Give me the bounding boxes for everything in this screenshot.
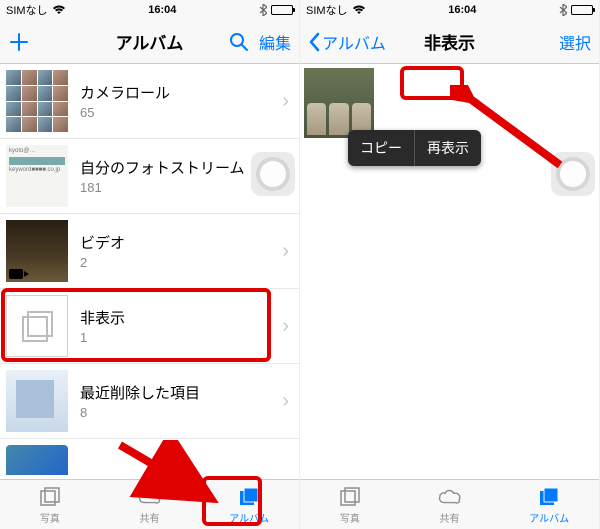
select-button[interactable]: 選択 (559, 30, 591, 54)
tab-label: 共有 (440, 510, 460, 525)
bluetooth-icon (559, 4, 567, 16)
left-screen: SIMなし 16:04 アルバム 編集 (0, 0, 300, 529)
album-thumb (6, 445, 68, 475)
tab-bar: 写真 共有 アルバム (300, 479, 599, 529)
album-title: 自分のフォトストリーム (80, 157, 276, 178)
photos-icon (337, 485, 363, 509)
bluetooth-icon (259, 4, 267, 16)
album-count: 2 (80, 255, 276, 270)
tab-shared[interactable]: 共有 (100, 480, 200, 529)
tab-label: アルバム (529, 510, 569, 525)
nav-bar: アルバム 編集 (0, 20, 299, 64)
add-button[interactable] (8, 31, 30, 53)
carrier-text: SIMなし (6, 2, 48, 18)
tab-label: 写真 (40, 510, 60, 525)
album-row-partial[interactable] (0, 439, 299, 479)
tab-label: 共有 (140, 510, 160, 525)
status-bar: SIMなし 16:04 (300, 0, 599, 20)
tab-shared[interactable]: 共有 (400, 480, 500, 529)
assistive-touch-button[interactable] (251, 152, 295, 196)
carrier-text: SIMなし (306, 2, 348, 18)
battery-icon (271, 5, 293, 15)
wifi-icon (52, 5, 66, 15)
back-button[interactable]: アルバム (308, 30, 386, 54)
album-count: 181 (80, 180, 276, 195)
battery-icon (571, 5, 593, 15)
menu-unhide[interactable]: 再表示 (415, 130, 481, 166)
chevron-right-icon: › (282, 90, 289, 113)
chevron-right-icon: › (282, 315, 289, 338)
context-menu: コピー 再表示 (348, 130, 481, 166)
right-screen: SIMなし 16:04 アルバム 非表示 選択 (300, 0, 600, 529)
albums-icon (536, 485, 562, 509)
album-title: 最近削除した項目 (80, 382, 276, 403)
albums-icon (236, 485, 262, 509)
album-thumb (6, 295, 68, 357)
tab-bar: 写真 共有 アルバム (0, 479, 299, 529)
photo-grid-area: コピー 再表示 (300, 64, 599, 479)
search-button[interactable] (229, 32, 249, 52)
album-list-area: カメラロール 65 › kyoto@…keyword■■■■.co.jp 自分の… (0, 64, 299, 479)
album-thumb (6, 370, 68, 432)
tab-label: アルバム (229, 510, 269, 525)
album-row-recently-deleted[interactable]: 最近削除した項目 8 › (0, 364, 299, 439)
cloud-icon (437, 485, 463, 509)
nav-bar: アルバム 非表示 選択 (300, 20, 599, 64)
album-title: 非表示 (80, 307, 276, 328)
album-title: カメラロール (80, 82, 276, 103)
status-bar: SIMなし 16:04 (0, 0, 299, 20)
wifi-icon (352, 5, 366, 15)
album-count: 65 (80, 105, 276, 120)
chevron-right-icon: › (282, 390, 289, 413)
album-thumb: kyoto@…keyword■■■■.co.jp (6, 145, 68, 207)
album-row-videos[interactable]: ビデオ 2 › (0, 214, 299, 289)
tab-albums[interactable]: アルバム (199, 480, 299, 529)
edit-button[interactable]: 編集 (259, 30, 291, 54)
menu-copy[interactable]: コピー (348, 130, 414, 166)
photo-item[interactable] (304, 68, 374, 138)
album-title: ビデオ (80, 232, 276, 253)
back-label: アルバム (322, 30, 386, 54)
clock-time: 16:04 (148, 4, 176, 16)
tab-photos[interactable]: 写真 (0, 480, 100, 529)
chevron-right-icon: › (282, 240, 289, 263)
assistive-touch-button[interactable] (551, 152, 595, 196)
tab-photos[interactable]: 写真 (300, 480, 400, 529)
album-row-camera-roll[interactable]: カメラロール 65 › (0, 64, 299, 139)
tab-albums[interactable]: アルバム (499, 480, 599, 529)
clock-time: 16:04 (448, 4, 476, 16)
album-row-hidden[interactable]: 非表示 1 › (0, 289, 299, 364)
album-thumb (6, 220, 68, 282)
album-thumb (6, 70, 68, 132)
photos-icon (37, 485, 63, 509)
tab-label: 写真 (340, 510, 360, 525)
album-count: 8 (80, 405, 276, 420)
cloud-icon (137, 485, 163, 509)
album-count: 1 (80, 330, 276, 345)
